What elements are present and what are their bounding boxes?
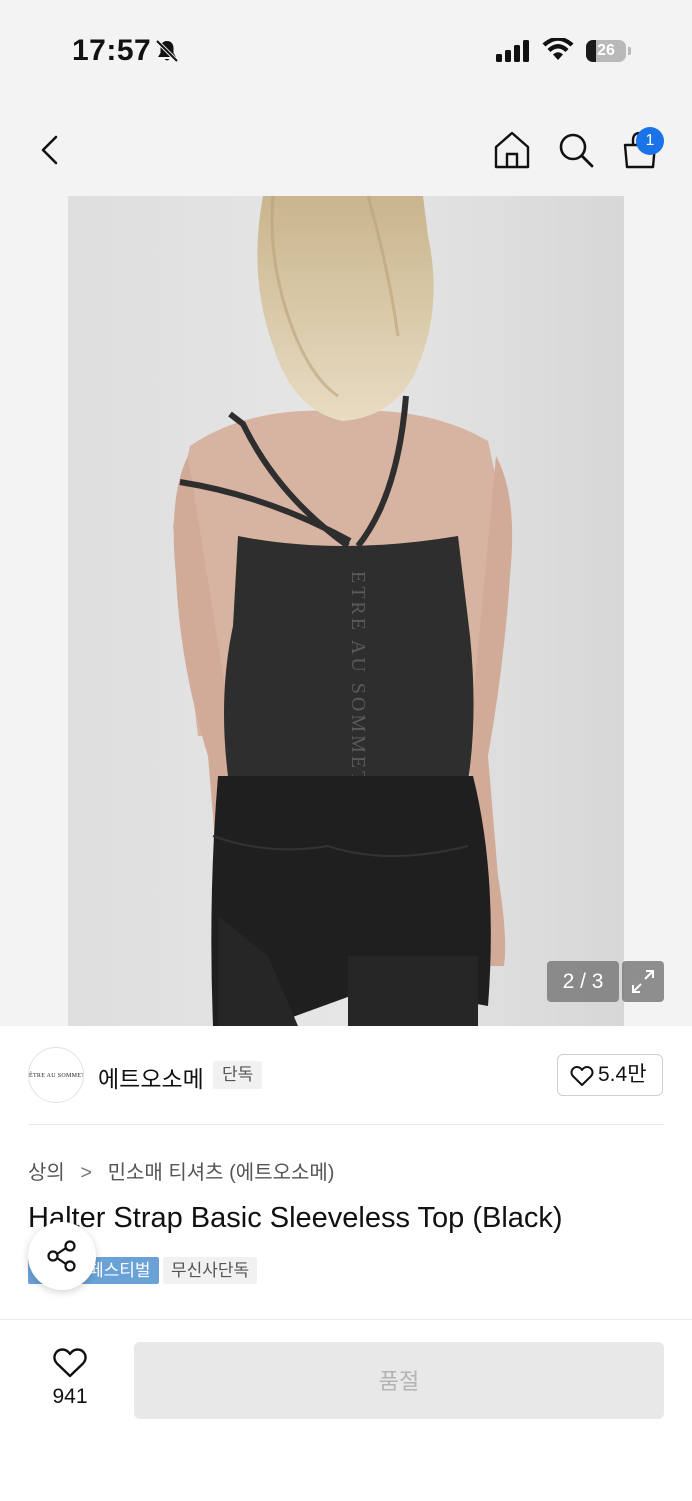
brand-like-count: 5.4만 (598, 1063, 647, 1086)
brand-logo[interactable]: ÊTRE AU SOMMET (28, 1047, 84, 1103)
expand-icon (632, 970, 654, 993)
breadcrumb: 상의 > 민소매 티셔츠 (에트오소메) (28, 1156, 334, 1185)
breadcrumb-separator: > (80, 1162, 93, 1184)
exclusive-tag: 단독 (213, 1061, 263, 1089)
divider (28, 1124, 664, 1125)
image-counter: 2 / 3 (547, 961, 619, 1002)
battery-body: 26 (586, 40, 626, 62)
musinsa-exclusive-tag: 무신사단독 (163, 1257, 258, 1284)
battery-cap (628, 47, 631, 55)
brand-name[interactable]: 에트오소메 (98, 1060, 204, 1094)
breadcrumb-item-subcategory[interactable]: 민소매 티셔츠 (에트오소메) (108, 1162, 335, 1184)
heart-icon (53, 1348, 87, 1378)
cart-count-badge: 1 (636, 127, 664, 155)
battery-icon: 26 (586, 40, 632, 62)
bell-muted-icon (155, 39, 179, 63)
signal-icon (496, 40, 529, 62)
search-icon[interactable] (554, 128, 598, 172)
breadcrumb-item-category[interactable]: 상의 (28, 1162, 65, 1184)
brand-like-button[interactable]: 5.4만 (557, 1054, 663, 1096)
product-title: Halter Strap Basic Sleeveless Top (Black… (28, 1202, 563, 1234)
top-nav (0, 110, 692, 190)
print-text: ETRE AU SOMMET (347, 571, 369, 786)
product-photo-illustration: ETRE AU SOMMET (68, 196, 624, 1026)
sold-out-button[interactable]: 품절 (134, 1342, 664, 1419)
product-photo[interactable]: ETRE AU SOMMET (68, 196, 624, 1026)
status-bar: 17:57 26 (0, 0, 692, 100)
share-button[interactable] (28, 1222, 96, 1290)
status-time: 17:57 (72, 34, 152, 67)
wifi-icon (542, 38, 574, 60)
wishlist-button[interactable]: 941 (40, 1345, 100, 1415)
wishlist-count: 941 (52, 1385, 88, 1408)
expand-button[interactable] (622, 961, 664, 1002)
home-icon[interactable] (490, 128, 534, 172)
battery-level: 26 (597, 42, 615, 59)
share-icon (47, 1240, 76, 1272)
heart-icon (570, 1066, 594, 1086)
back-icon[interactable] (30, 130, 70, 170)
